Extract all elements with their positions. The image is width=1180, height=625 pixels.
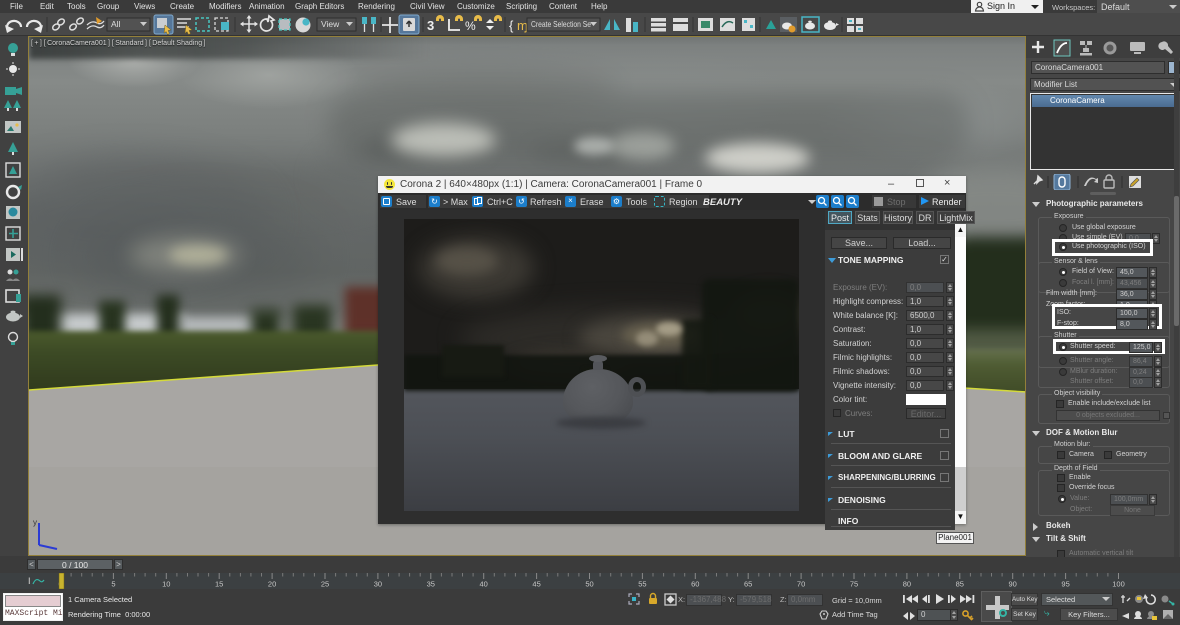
svg-text:I: I — [28, 576, 31, 586]
svg-text:3: 3 — [427, 18, 434, 33]
svg-text:25: 25 — [321, 580, 329, 589]
svg-text:30: 30 — [374, 580, 382, 589]
svg-text:10: 10 — [162, 580, 170, 589]
svg-text:%: % — [465, 19, 476, 33]
svg-text:{: { — [509, 18, 514, 33]
svg-text:55: 55 — [638, 580, 646, 589]
svg-text:ɱ: ɱ — [517, 18, 528, 33]
svg-text:60: 60 — [691, 580, 699, 589]
svg-text:20: 20 — [268, 580, 276, 589]
svg-text:95: 95 — [1061, 580, 1069, 589]
svg-text:45: 45 — [532, 580, 540, 589]
svg-text:80: 80 — [903, 580, 911, 589]
svg-text:75: 75 — [850, 580, 858, 589]
svg-text:90: 90 — [1009, 580, 1017, 589]
svg-text:Create Selection Se: Create Selection Se — [531, 19, 591, 29]
svg-text:40: 40 — [480, 580, 488, 589]
svg-text:View: View — [321, 19, 340, 29]
svg-text:100: 100 — [1112, 580, 1125, 589]
svg-text:5: 5 — [111, 580, 115, 589]
svg-text:70: 70 — [797, 580, 805, 589]
svg-text:50: 50 — [585, 580, 593, 589]
svg-text:All: All — [111, 19, 121, 29]
svg-text:65: 65 — [744, 580, 752, 589]
svg-text:35: 35 — [427, 580, 435, 589]
svg-text:y: y — [33, 518, 37, 527]
svg-text:85: 85 — [956, 580, 964, 589]
svg-text:15: 15 — [215, 580, 223, 589]
